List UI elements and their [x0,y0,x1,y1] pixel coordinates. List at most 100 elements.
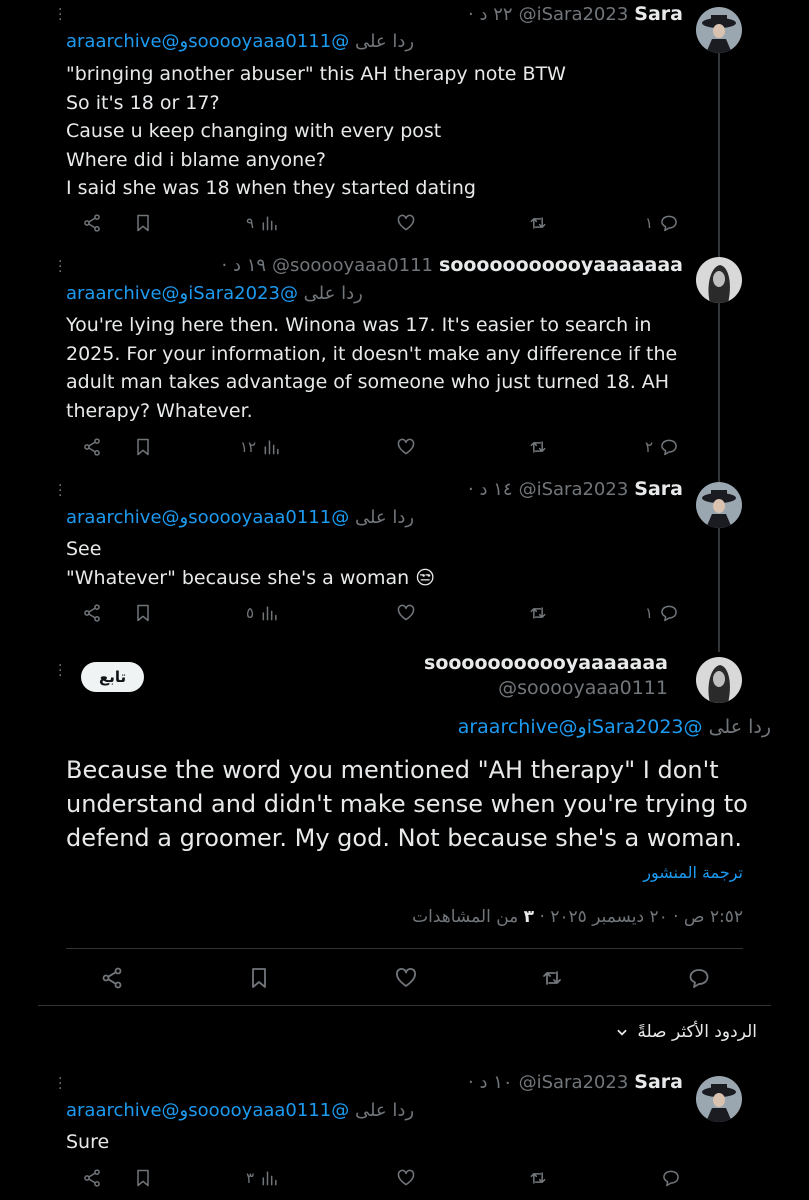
reply-mention[interactable]: @araarchive [458,716,578,738]
views-count: ٩ [246,214,255,232]
reply-and: و [577,716,587,738]
bookmark-icon [137,1169,149,1187]
reply-button[interactable]: ١ [645,603,679,623]
avatar[interactable] [696,657,742,703]
bookmark-icon [137,604,149,622]
like-button[interactable] [396,437,416,457]
avatar[interactable] [696,257,742,303]
share-button[interactable] [100,966,124,990]
post-handle[interactable]: @sooooyaaa0111 [498,677,668,699]
main-post-text: Because the word you mentioned "AH thera… [66,753,748,855]
bookmark-button[interactable] [133,437,153,457]
repost-icon [530,1172,546,1184]
reply-mention[interactable]: @iSara2023 [587,716,703,738]
reply-and: و [179,283,189,304]
reply-context: ردا على @iSara2023و@araarchive [66,283,363,304]
reply-button[interactable] [661,1168,681,1188]
reply-mention[interactable]: @iSara2023 [188,283,298,304]
share-button[interactable] [82,603,102,623]
like-icon [397,438,415,455]
views-button[interactable]: ٣ [246,1168,280,1188]
views-count: ٣ [523,907,535,927]
post-handle[interactable]: @iSara2023 [519,4,629,25]
author-name[interactable]: Sara [634,3,683,25]
reply-icon [661,439,677,456]
reply-button[interactable]: ١ [645,213,679,233]
more-icon[interactable]: · · · [58,479,62,503]
post-line: defend a groomer. My god. Not because sh… [66,824,743,852]
reply-mention[interactable]: @araarchive [66,1100,180,1121]
share-icon [84,604,100,622]
reply-prefix: ردا على [354,1100,415,1121]
reply-mention[interactable]: @sooooyaaa0111 [188,507,349,528]
divider [38,1005,771,1006]
avatar[interactable] [696,7,742,53]
views-count: ١٢ [240,438,257,456]
reply-mention[interactable]: @araarchive [66,31,180,52]
repost-button[interactable] [528,1168,548,1188]
reply-mention[interactable]: @sooooyaaa0111 [188,1100,349,1121]
post-time: · ١٩ د [221,255,267,276]
like-button[interactable] [396,603,416,623]
author-name[interactable]: Sara [634,478,683,500]
repost-button[interactable] [528,213,548,233]
bookmark-button[interactable] [133,1168,153,1188]
post-text: You're lying here then. Winona was 17. I… [66,311,677,425]
views-count: ٣ [246,1169,255,1187]
post-line: I said she was 18 when they started dati… [66,177,476,199]
reply-prefix: ردا على [303,283,363,304]
more-icon[interactable]: · · · [58,3,62,27]
reply-context: ردا على @sooooyaaa0111و@araarchive [66,507,414,528]
reply-count: ١ [645,604,654,622]
like-button[interactable] [396,1168,416,1188]
share-button[interactable] [82,213,102,233]
post-line: Cause u keep changing with every post [66,120,442,142]
author-name[interactable]: Sara [634,1071,683,1093]
more-icon[interactable]: · · · [58,1072,62,1096]
reply-button[interactable]: ٢ [645,437,679,457]
post-handle[interactable]: @iSara2023 [519,1072,629,1093]
views-button[interactable]: ٩ [246,213,280,233]
timestamp: ٢:٥٢ ص · ٢٠ ديسمبر ٢٠٢٥ · [539,907,743,927]
bookmark-icon [137,214,149,232]
avatar[interactable] [696,482,742,528]
post-line: See [66,538,102,560]
author-name[interactable]: sooooooooooyaaaaaaa [424,652,668,674]
more-icon[interactable]: · · · [58,255,62,279]
avatar[interactable] [696,1076,742,1122]
post-line: "bringing another abuser" this AH therap… [66,63,566,85]
reply-mention[interactable]: @sooooyaaa0111 [188,31,349,52]
follow-button[interactable]: تابع [81,662,145,692]
reply-icon [689,969,709,988]
thread-line [718,52,720,652]
bookmark-button[interactable] [247,966,271,990]
repost-button[interactable] [528,437,548,457]
reply-icon [661,605,677,622]
share-button[interactable] [82,1168,102,1188]
like-button[interactable] [394,966,418,990]
share-button[interactable] [82,437,102,457]
translate-link[interactable]: ترجمة المنشور [643,863,743,882]
bookmark-button[interactable] [133,213,153,233]
reply-mention[interactable]: @araarchive [66,507,180,528]
bookmark-icon [137,438,149,456]
views-button[interactable]: ١٢ [240,437,282,457]
post-line: Where did i blame anyone? [66,148,326,171]
post-line: therapy? Whatever. [66,399,253,422]
reply-context: ردا على @iSara2023و@araarchive [458,716,771,738]
like-button[interactable] [396,213,416,233]
post-time: · ١٠ د [468,1072,513,1093]
views-icon [262,1171,277,1186]
reply-mention[interactable]: @araarchive [66,283,180,304]
post-handle[interactable]: @sooooyaaa0111 [272,255,433,276]
repost-button[interactable] [540,966,564,990]
sort-dropdown[interactable]: الردود الأكثر صلةً [615,1022,757,1042]
repost-icon [543,971,561,985]
more-icon[interactable]: · · · [58,659,62,683]
bookmark-button[interactable] [133,603,153,623]
repost-button[interactable] [528,603,548,623]
post-handle[interactable]: @iSara2023 [519,479,629,500]
author-name[interactable]: sooooooooooyaaaaaaa [439,254,683,276]
reply-button[interactable] [687,966,711,990]
views-button[interactable]: ٥ [246,603,280,623]
